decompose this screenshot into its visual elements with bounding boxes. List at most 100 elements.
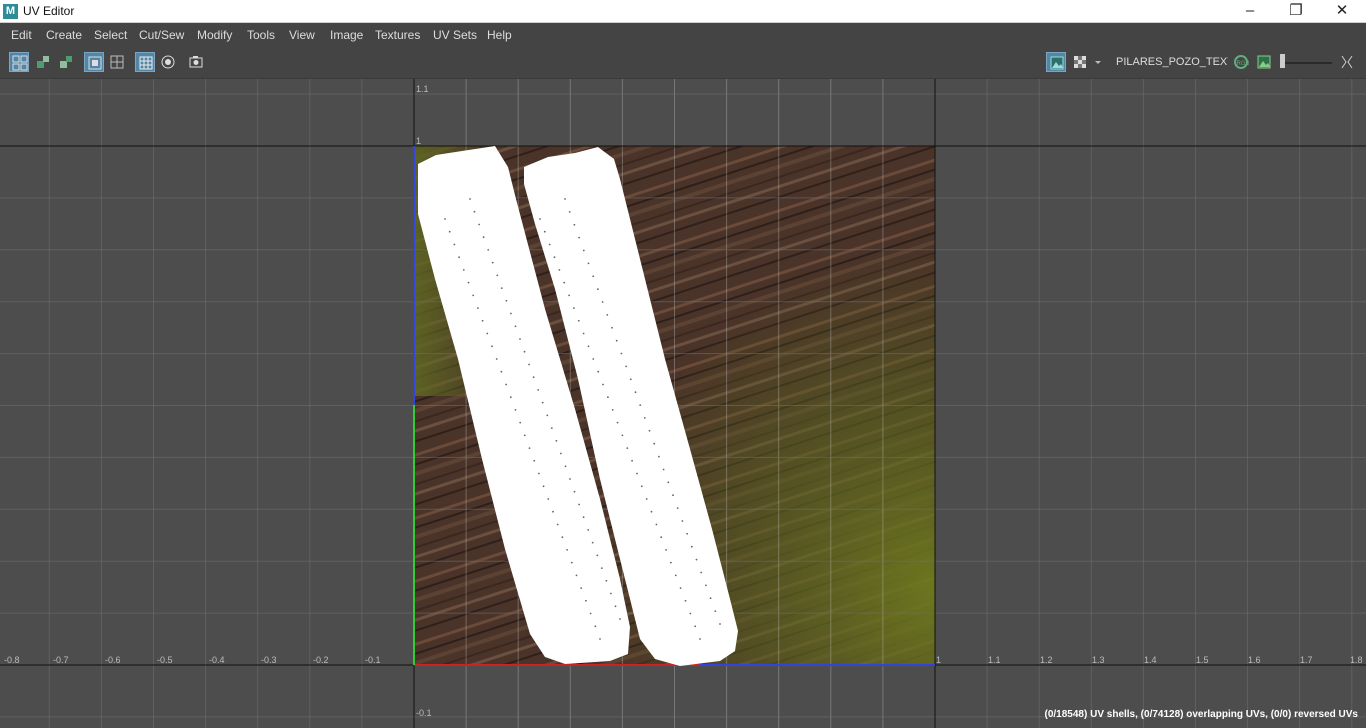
u-label: 1.3 xyxy=(1092,655,1105,665)
menu-image[interactable]: Image xyxy=(330,28,363,42)
menu-textures[interactable]: Textures xyxy=(375,28,420,42)
u-label: 1.5 xyxy=(1196,655,1209,665)
uv-point xyxy=(648,429,651,432)
menu-edit[interactable]: Edit xyxy=(11,28,32,42)
uv-point xyxy=(621,434,624,437)
menu-bar: Edit Create Select Cut/Sew Modify Tools … xyxy=(0,23,1366,46)
uv-point xyxy=(672,494,674,497)
u-label: 1.7 xyxy=(1300,655,1313,665)
frame-icon[interactable] xyxy=(1337,52,1357,72)
svg-text:RGB: RGB xyxy=(1237,61,1250,67)
uv-point xyxy=(514,325,517,328)
uv-point xyxy=(597,370,600,373)
v-label: 1 xyxy=(416,136,421,146)
uv-point xyxy=(546,414,549,417)
uv-point xyxy=(552,510,554,513)
uv-point xyxy=(699,638,701,640)
snapshot-icon[interactable] xyxy=(186,52,206,72)
channel-rgb-icon[interactable]: RGB xyxy=(1231,52,1251,72)
uv-point xyxy=(660,536,663,539)
uv-point xyxy=(495,358,498,360)
uv-point xyxy=(496,274,499,277)
exposure-icon[interactable] xyxy=(1254,52,1274,72)
uv-point xyxy=(469,198,471,200)
uv-point xyxy=(602,383,604,386)
uv-point xyxy=(550,427,553,429)
uv-point xyxy=(599,638,601,640)
uv-point xyxy=(523,434,526,437)
menu-create[interactable]: Create xyxy=(46,28,82,42)
uv-point xyxy=(560,452,562,455)
v-label: 1.1 xyxy=(416,84,429,94)
uv-point xyxy=(558,269,561,271)
menu-help[interactable]: Help xyxy=(487,28,512,42)
uv-point xyxy=(575,574,578,577)
dropdown-icon[interactable] xyxy=(1092,52,1106,72)
u-label: 1.2 xyxy=(1040,655,1053,665)
uv-point xyxy=(700,571,703,574)
uv-point xyxy=(719,623,721,625)
u-label: 1.8 xyxy=(1350,655,1363,665)
uv-unisolate-icon[interactable] xyxy=(56,52,76,72)
uv-point xyxy=(582,516,585,519)
u-label: -0.2 xyxy=(313,655,329,665)
uv-shell-icon[interactable] xyxy=(9,52,29,72)
uv-point xyxy=(564,198,566,200)
uv-point xyxy=(695,558,698,561)
uv-point xyxy=(528,363,530,366)
wireframe-uv-icon[interactable] xyxy=(107,52,127,72)
uv-point xyxy=(676,507,679,509)
u-label: -0.7 xyxy=(53,655,69,665)
menu-uv-sets[interactable]: UV Sets xyxy=(433,28,477,42)
menu-select[interactable]: Select xyxy=(94,28,127,42)
uv-point xyxy=(655,523,658,526)
menu-view[interactable]: View xyxy=(289,28,315,42)
menu-cut-sew[interactable]: Cut/Sew xyxy=(139,28,184,42)
uv-point xyxy=(592,275,595,278)
uv-point xyxy=(650,510,653,513)
uv-point xyxy=(510,312,512,315)
checker-icon[interactable] xyxy=(1070,52,1090,72)
uv-point xyxy=(694,625,697,628)
uv-point xyxy=(670,561,672,564)
uv-point xyxy=(681,520,684,522)
exposure-slider[interactable] xyxy=(1282,62,1332,64)
maximize-icon[interactable]: ❐ xyxy=(1273,0,1319,23)
uv-point xyxy=(563,281,566,284)
uv-point xyxy=(568,294,570,297)
uv-point xyxy=(453,243,456,246)
menu-modify[interactable]: Modify xyxy=(197,28,232,42)
image-display-icon[interactable] xyxy=(1046,52,1066,72)
uv-point xyxy=(615,339,618,342)
uv-point xyxy=(594,625,597,628)
close-icon[interactable]: ✕ xyxy=(1319,0,1365,23)
uv-point xyxy=(578,236,580,239)
uv-point xyxy=(606,314,609,316)
uv-isolate-icon[interactable] xyxy=(33,52,53,72)
minimize-icon[interactable]: – xyxy=(1227,0,1273,23)
uv-point xyxy=(491,345,493,348)
uv-point xyxy=(548,243,551,246)
uv-point xyxy=(547,498,550,500)
uv-point xyxy=(556,523,559,526)
grid-icon[interactable] xyxy=(135,52,155,72)
uv-point xyxy=(487,249,490,251)
exposure-slider-handle[interactable] xyxy=(1280,54,1285,68)
uv-point xyxy=(539,218,541,220)
uv-point xyxy=(629,378,632,381)
uv-point xyxy=(600,567,603,569)
uv-viewport[interactable]: -0.8 -0.7 -0.6 -0.5 -0.4 -0.3 -0.2 -0.1 … xyxy=(0,79,1366,728)
menu-tools[interactable]: Tools xyxy=(247,28,275,42)
pixel-snap-icon[interactable] xyxy=(158,52,178,72)
uv-point xyxy=(543,230,546,233)
uv-point xyxy=(601,301,604,303)
uv-point xyxy=(473,210,476,213)
uv-point xyxy=(505,299,508,302)
shaded-uv-icon[interactable] xyxy=(84,52,104,72)
uv-point xyxy=(607,396,609,399)
uv-point xyxy=(573,307,575,309)
uv-point xyxy=(582,249,585,252)
uv-point xyxy=(444,218,446,220)
texture-selector[interactable]: PILARES_POZO_TEXTU xyxy=(1116,56,1228,68)
uv-point xyxy=(665,549,667,551)
